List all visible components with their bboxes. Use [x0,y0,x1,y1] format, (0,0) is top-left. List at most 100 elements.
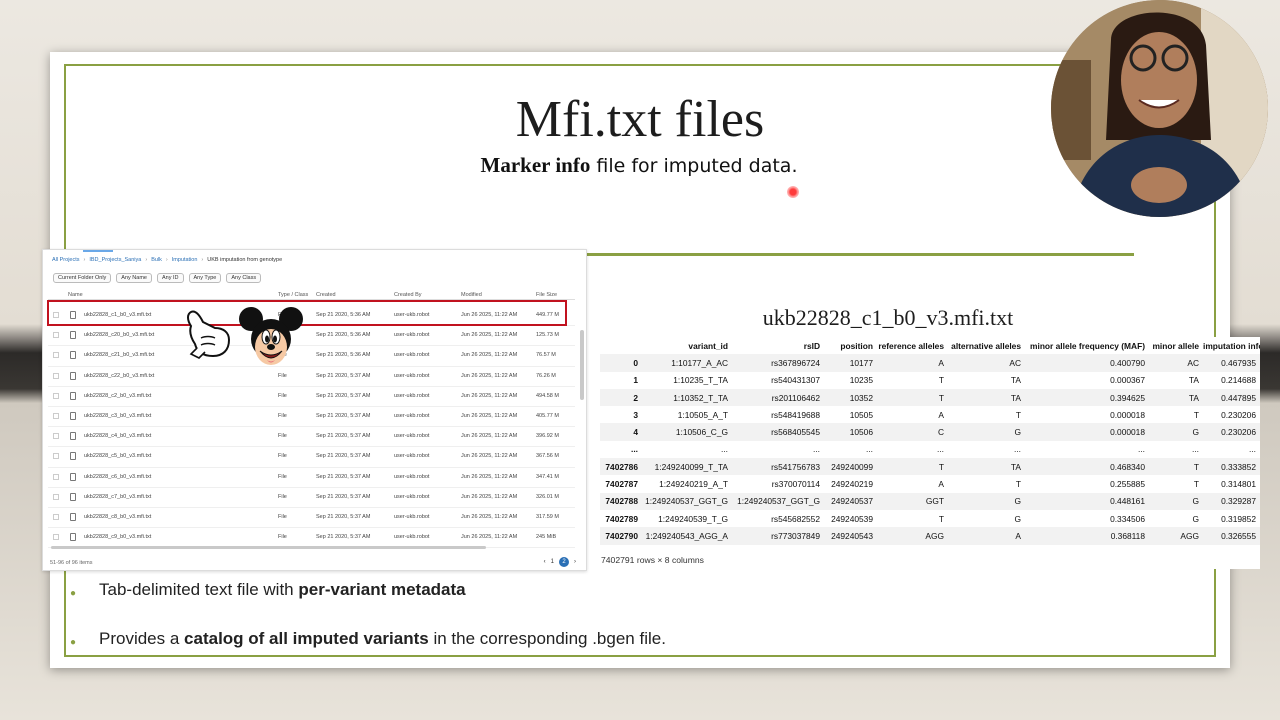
file-name[interactable]: ukb22828_c21_b0_v3.mfi.txt [84,352,154,358]
items-count: 51-96 of 96 items [50,560,93,566]
file-row[interactable]: ukb22828_c21_b0_v3.mfi.txtFileSep 21 202… [48,346,575,367]
page-1[interactable]: 1 [551,559,554,565]
dataframe-cell: G [1014,496,1021,507]
file-row[interactable]: ukb22828_c2_b0_v3.mfi.txt File Sep 21 2020… [48,387,575,407]
file-size: 245 MiB [536,534,557,541]
dataframe-cell: 0.255885 [1110,479,1145,490]
filter-name[interactable]: Any Name [116,273,152,283]
breadcrumb-item[interactable]: All Projects [52,257,80,263]
file-name[interactable]: ukb22828_c8_b0_v3.mfi.txt [84,514,151,520]
file-name[interactable]: ukb22828_c4_b0_v3.mfi.txt [84,433,151,439]
dataframe-cell: 0.329287 [1221,496,1256,507]
row-checkbox[interactable] [53,534,59,541]
file-row[interactable]: ukb22828_c4_b0_v3.mfi.txt File Sep 21 2020… [48,427,575,448]
row-checkbox[interactable] [53,332,59,339]
dataframe-row: 7402789 1:249240539_T_G rs545682552 2492405… [600,510,1260,527]
dataframe-index: 1 [633,375,638,386]
dataframe-cell: 0.214688 [1221,375,1256,386]
row-checkbox[interactable] [53,453,59,460]
filter-type[interactable]: Any Type [188,273,222,283]
breadcrumb-item[interactable]: Imputation [172,257,198,263]
file-name[interactable]: ukb22828_c22_b0_v3.mfi.txt [84,373,154,379]
file-name[interactable]: ukb22828_c5_b0_v3.mfi.txt [84,453,151,459]
file-created: Sep 21 2020, 5:36 AM [316,332,371,339]
file-row[interactable]: ukb22828_c20_b0_v3.mfi.txtFileSep 21 202… [48,326,575,347]
dataframe-column-header: minor allele [1152,340,1199,351]
dataframe-row: 7402788 1:249240537_GGT_G 1:249240537_GGT_… [600,492,1260,510]
dataframe-cell: C [937,427,944,438]
row-checkbox[interactable] [53,372,59,379]
dataframe-row: 7402790 1:249240543_AGG_A rs773037849 24924… [600,527,1260,545]
dataframe-column-header: minor allele frequency (MAF) [1030,340,1145,351]
row-checkbox[interactable] [53,513,59,520]
row-checkbox[interactable] [53,493,59,500]
file-created-by: user-ukb.robot [394,473,430,480]
file-modified: Jun 26 2025, 11:22 AM [461,372,518,379]
filter-folder[interactable]: Current Folder Only [53,273,112,283]
dataframe-cell: G [1014,513,1021,524]
dataframe-cell: rs545682552 [771,513,820,524]
file-table-header: Name Type / Class Created Created By Mod… [48,290,575,300]
dataframe-cell: rs568405545 [771,427,820,438]
breadcrumb-item[interactable]: Bulk [151,257,162,263]
row-checkbox[interactable] [53,433,59,440]
presenter-webcam [1051,0,1268,217]
col-modified[interactable]: Modified [461,292,482,298]
dataframe-cell: G [1014,427,1021,438]
file-name[interactable]: ukb22828_c9_b0_v3.mfi.txt [84,534,151,540]
prev-page-icon[interactable]: ‹ [544,559,546,565]
file-type: File [278,534,287,541]
file-type: File [278,453,287,460]
file-icon [70,452,76,461]
file-name[interactable]: ukb22828_c20_b0_v3.mfi.txt [84,332,154,338]
dataframe-cell: 1:10506_C_G [675,427,728,438]
file-icon [70,432,76,441]
file-row[interactable]: ukb22828_c22_b0_v3.mfi.txt File Sep 21 202… [48,367,575,387]
file-size: 367.56 M [536,453,559,460]
file-name[interactable]: ukb22828_c6_b0_v3.mfi.txt [84,474,151,480]
filter-class[interactable]: Any Class [226,273,262,283]
bullet-bold: per-variant metadata [298,580,466,599]
col-created[interactable]: Created [316,292,336,298]
breadcrumb-item[interactable]: IBD_Projects_Saniya [89,257,141,263]
file-row[interactable]: ukb22828_c8_b0_v3.mfi.txt File Sep 21 2020… [48,508,575,529]
mouse-character-icon [239,307,303,365]
col-name[interactable]: Name [68,292,83,298]
col-created-by[interactable]: Created By [394,292,422,298]
file-row[interactable]: ukb22828_c6_b0_v3.mfi.txt File Sep 21 2020… [48,468,575,488]
file-created: Sep 21 2020, 5:37 AM [316,433,371,440]
horizontal-scrollbar[interactable] [51,546,486,549]
file-name[interactable]: ukb22828_c2_b0_v3.mfi.txt [84,393,151,399]
file-type: File [278,372,287,379]
dataframe-cell: rs370070114 [771,479,820,490]
dataframe-cell: TA [1188,392,1199,403]
vertical-scrollbar[interactable] [580,330,584,400]
page-2[interactable]: 2 [559,557,569,567]
file-row[interactable]: ukb22828_c3_b0_v3.mfi.txt File Sep 21 2020… [48,407,575,428]
row-checkbox[interactable] [53,352,59,359]
col-type[interactable]: Type / Class [278,292,308,298]
file-modified: Jun 26 2025, 11:22 AM [461,392,518,399]
filter-id[interactable]: Any ID [156,273,184,283]
dataframe-cell: 0.447895 [1221,392,1256,403]
file-created: Sep 21 2020, 5:36 AM [316,352,371,359]
dataframe-cell: 0.334506 [1110,513,1145,524]
file-size: 125.73 M [536,332,559,339]
row-checkbox[interactable] [53,412,59,419]
row-checkbox[interactable] [53,473,59,480]
col-size[interactable]: File Size [536,292,557,298]
dataframe-cell: G [1192,496,1199,507]
file-name[interactable]: ukb22828_c7_b0_v3.mfi.txt [84,494,151,500]
next-page-icon[interactable]: › [574,559,576,565]
dataframe-row: 7402786 1:249240099_T_TA rs541756783 249240… [600,458,1260,476]
presenter-avatar [1051,0,1268,217]
file-row[interactable]: ukb22828_c7_b0_v3.mfi.txt File Sep 21 2020… [48,488,575,508]
row-checkbox[interactable] [53,392,59,399]
file-row[interactable]: ukb22828_c5_b0_v3.mfi.txt File Sep 21 2020… [48,447,575,468]
dataframe-cell: ... [721,444,728,455]
file-created-by: user-ukb.robot [394,493,430,500]
file-created-by: user-ukb.robot [394,513,430,520]
dataframe-cell: AGG [925,530,944,541]
file-icon [70,472,76,481]
file-name[interactable]: ukb22828_c3_b0_v3.mfi.txt [84,413,151,419]
